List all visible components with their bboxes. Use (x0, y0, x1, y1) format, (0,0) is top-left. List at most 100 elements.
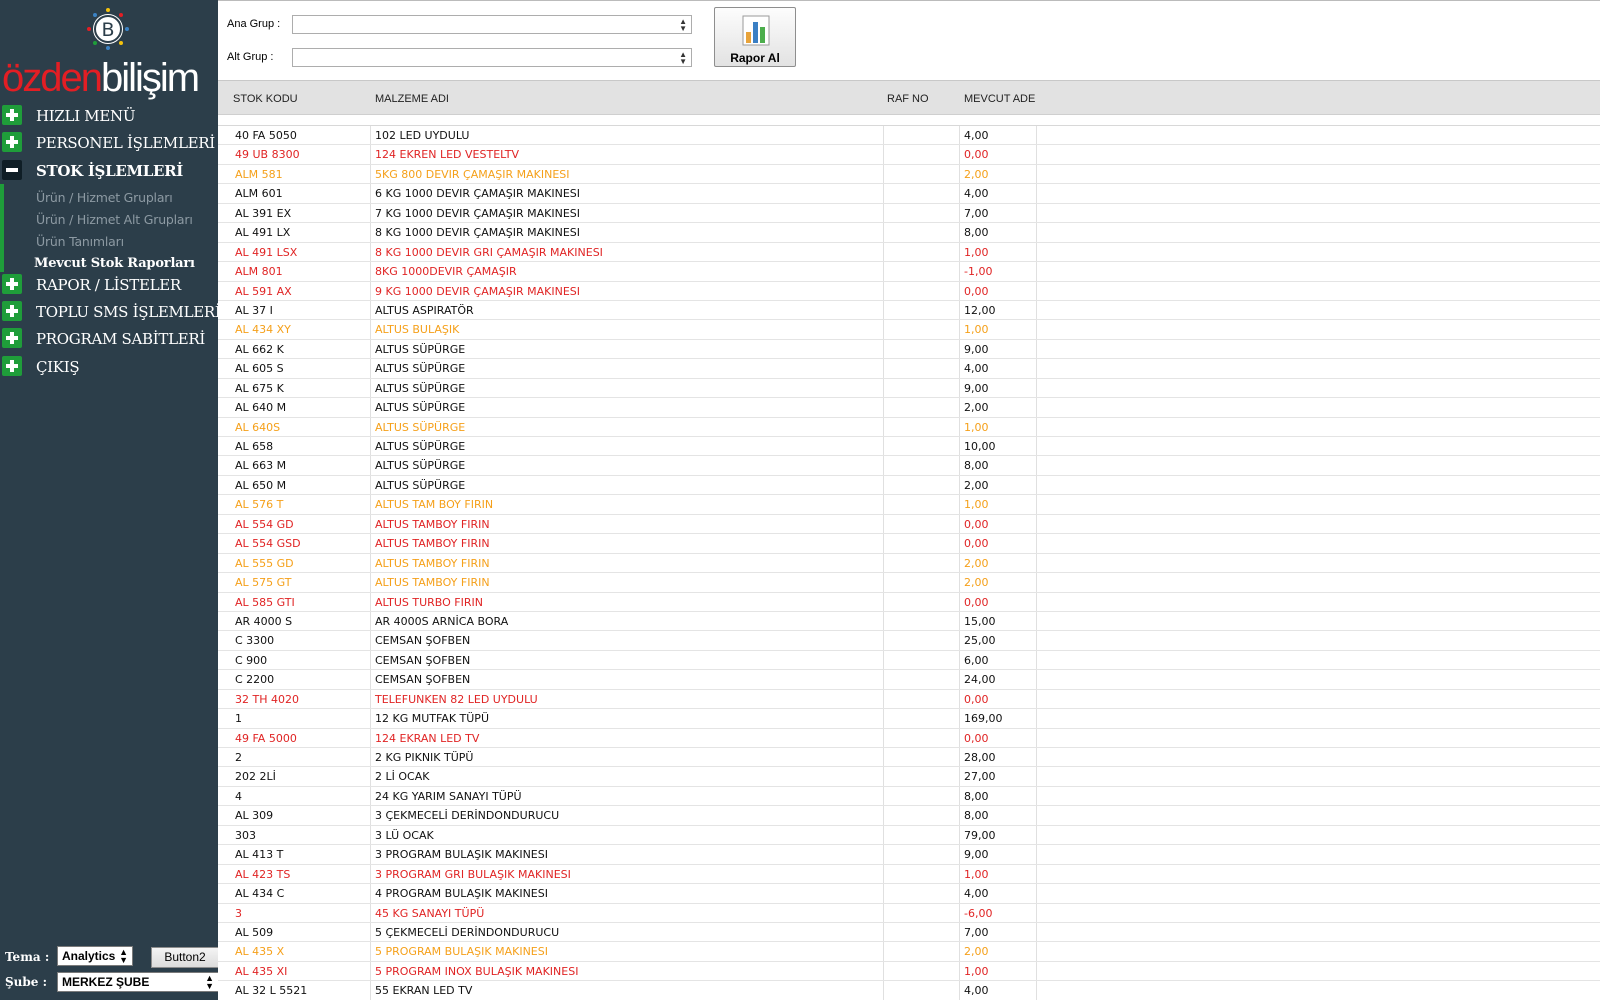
table-row[interactable]: AR 4000 S AR 4000S ARNİCA BORA 15,00 (218, 612, 1600, 632)
table-row[interactable]: AL 309 3 ÇEKMECELİ DERİNDONDURUCU 8,00 (218, 806, 1600, 826)
table-row[interactable]: C 900 CEMSAN ŞOFBEN 6,00 (218, 651, 1600, 671)
menu-item-cikis[interactable]: ÇIKIŞ (0, 355, 218, 381)
table-row[interactable]: AL 434 C 4 PROGRAM BULAŞIK MAKINESI 4,00 (218, 884, 1600, 904)
table-row[interactable]: 49 UB 8300 124 EKREN LED VESTELTV 0,00 (218, 145, 1600, 165)
stok-kodu-cell: AL 391 EX (235, 206, 292, 220)
table-row[interactable]: 303 3 LÜ OCAK 79,00 (218, 826, 1600, 846)
table-row[interactable]: ALM 581 5KG 800 DEVIR ÇAMAŞIR MAKINESI 2,0… (218, 165, 1600, 185)
table-row[interactable]: AL 640 M ALTUS SÜPÜRGE 2,00 (218, 398, 1600, 418)
table-row[interactable]: AL 640S ALTUS SÜPÜRGE 1,00 (218, 418, 1600, 437)
branch-select[interactable]: MERKEZ ŞUBE ▲ ▼ (57, 972, 219, 992)
mevcut-adet-cell: 0,00 (964, 692, 989, 706)
table-row[interactable]: AL 435 XI 5 PROGRAM INOX BULAŞIK MAKINESI… (218, 962, 1600, 982)
table-row[interactable]: AL 575 GT ALTUS TAMBOY FIRIN 2,00 (218, 573, 1600, 593)
menu-label: ÇIKIŞ (36, 358, 80, 376)
submenu-item-urun-hizmet-alt-gruplari[interactable]: Ürün / Hizmet Alt Grupları (36, 212, 193, 227)
stok-kodu-cell: AL 575 GT (235, 576, 292, 590)
malzeme-adi-cell: 3 ÇEKMECELİ DERİNDONDURUCU (375, 809, 560, 823)
ana-grup-select[interactable]: ▲ ▼ (292, 15, 692, 34)
table-row[interactable]: AL 434 XY ALTUS BULAŞIK 1,00 (218, 320, 1600, 340)
table-row[interactable]: AL 37 I ALTUS ASPIRATÖR 12,00 (218, 301, 1600, 321)
mevcut-adet-cell: 0,00 (964, 595, 989, 609)
menu-item-toplu-sms[interactable]: TOPLU SMS İŞLEMLERİ (0, 300, 221, 326)
alt-grup-select[interactable]: ▲ ▼ (292, 48, 692, 67)
submenu-item-urun-hizmet-gruplari[interactable]: Ürün / Hizmet Grupları (36, 190, 173, 205)
table-row[interactable]: AL 605 S ALTUS SÜPÜRGE 4,00 (218, 359, 1600, 379)
malzeme-adi-cell: ALTUS SÜPÜRGE (375, 381, 466, 395)
column-header-stok-kodu[interactable]: STOK KODU (233, 93, 298, 105)
select-arrows-icon: ▲ ▼ (119, 947, 128, 965)
theme-select[interactable]: Analytics ▲ ▼ (57, 946, 133, 966)
malzeme-adi-cell: CEMSAN ŞOFBEN (375, 634, 471, 648)
menu-item-personel[interactable]: PERSONEL İŞLEMLERİ (0, 131, 218, 157)
table-row[interactable]: AL 576 T ALTUS TAM BOY FIRIN 1,00 (218, 495, 1600, 515)
table-row[interactable]: 40 FA 5050 102 LED UYDULU 4,00 (218, 126, 1600, 146)
column-header-raf-no[interactable]: RAF NO (887, 93, 929, 105)
mevcut-adet-cell: 24,00 (964, 673, 996, 687)
malzeme-adi-cell: CEMSAN ŞOFBEN (375, 653, 471, 667)
mevcut-adet-cell: 2,00 (964, 401, 989, 415)
stok-kodu-cell: AL 658 (235, 440, 274, 453)
table-row[interactable]: 202 2Lİ 2 Lİ OCAK 27,00 (218, 767, 1600, 787)
table-row[interactable]: AL 554 GSD ALTUS TAMBOY FIRIN 0,00 (218, 534, 1600, 554)
menu-label: PERSONEL İŞLEMLERİ (36, 134, 215, 152)
submenu-item-urun-tanimlari[interactable]: Ürün Tanımları (36, 234, 124, 249)
menu-item-hizli-menu[interactable]: HIZLI MENÜ (0, 104, 218, 130)
table-row[interactable]: AL 391 EX 7 KG 1000 DEVIR ÇAMAŞIR MAKINES… (218, 204, 1600, 224)
minus-icon (2, 160, 22, 180)
table-row[interactable]: C 3300 CEMSAN ŞOFBEN 25,00 (218, 631, 1600, 651)
brand-name-red: özden (2, 56, 103, 100)
mevcut-adet-cell: 27,00 (964, 770, 996, 784)
stok-kodu-cell: AL 413 T (235, 848, 284, 862)
table-row[interactable]: 1 12 KG MUTFAK TÜPÜ 169,00 (218, 709, 1600, 729)
stok-kodu-cell: AL 37 I (235, 303, 273, 317)
theme-select-value: Analytics (62, 949, 116, 963)
table-row[interactable]: AL 491 LSX 8 KG 1000 DEVIR GRI ÇAMAŞIR MA… (218, 243, 1600, 263)
mevcut-adet-cell: 169,00 (964, 712, 1003, 726)
table-row[interactable]: AL 554 GD ALTUS TAMBOY FIRIN 0,00 (218, 515, 1600, 535)
malzeme-adi-cell: 5 PROGRAM INOX BULAŞIK MAKINESI (375, 964, 579, 978)
mevcut-adet-cell: 4,00 (964, 984, 989, 998)
column-header-mevcut-adet[interactable]: MEVCUT ADE (964, 93, 1035, 105)
table-row[interactable]: AL 675 K ALTUS SÜPÜRGE 9,00 (218, 379, 1600, 399)
table-row[interactable]: ALM 801 8KG 1000DEVIR ÇAMAŞIR -1,00 (218, 262, 1600, 282)
select-arrows-icon: ▲ ▼ (205, 973, 214, 991)
mevcut-adet-cell: 1,00 (964, 498, 989, 512)
menu-item-stok[interactable]: STOK İŞLEMLERİ (0, 159, 218, 185)
table-row[interactable]: AL 650 M ALTUS SÜPÜRGE 2,00 (218, 476, 1600, 496)
table-row[interactable]: AL 663 M ALTUS SÜPÜRGE 8,00 (218, 456, 1600, 476)
table-row[interactable]: AL 591 AX 9 KG 1000 DEVIR ÇAMAŞIR MAKINES… (218, 282, 1600, 301)
mevcut-adet-cell: 2,00 (964, 478, 989, 492)
table-row[interactable]: AL 435 X 5 PROGRAM BULAŞIK MAKINESI 2,00 (218, 942, 1600, 962)
table-row[interactable]: AL 658 ALTUS SÜPÜRGE 10,00 (218, 437, 1600, 457)
table-row[interactable]: AL 413 T 3 PROGRAM BULAŞIK MAKINESI 9,00 (218, 845, 1600, 865)
button2[interactable]: Button2 (151, 947, 219, 968)
submenu-item-mevcut-stok-raporlari[interactable]: Mevcut Stok Raporları (34, 256, 195, 271)
menu-item-rapor-listeler[interactable]: RAPOR / LİSTELER (0, 273, 218, 299)
rapor-al-button[interactable]: Rapor Al (714, 7, 796, 67)
table-row[interactable]: AL 32 L 5521 55 EKRAN LED TV 4,00 (218, 981, 1600, 1000)
mevcut-adet-cell: 7,00 (964, 925, 989, 939)
table-row[interactable]: AL 585 GTI ALTUS TURBO FIRIN 0,00 (218, 593, 1600, 612)
malzeme-adi-cell: 4 PROGRAM BULAŞIK MAKINESI (375, 887, 548, 901)
alt-grup-label: Alt Grup : (227, 51, 274, 63)
stok-kodu-cell: C 900 (235, 653, 268, 667)
table-row[interactable]: AL 491 LX 8 KG 1000 DEVIR ÇAMAŞIR MAKINES… (218, 223, 1600, 243)
table-row[interactable]: 3 45 KG SANAYI TÜPÜ -6,00 (218, 904, 1600, 923)
table-row[interactable]: 49 FA 5000 124 EKRAN LED TV 0,00 (218, 729, 1600, 748)
menu-item-program-sabitleri[interactable]: PROGRAM SABİTLERİ (0, 327, 218, 353)
table-row[interactable]: 2 2 KG PIKNIK TÜPÜ 28,00 (218, 748, 1600, 768)
table-row[interactable]: 32 TH 4020 TELEFUNKEN 82 LED UYDULU 0,00 (218, 690, 1600, 710)
table-row[interactable]: AL 555 GD ALTUS TAMBOY FIRIN 2,00 (218, 554, 1600, 574)
mevcut-adet-cell: 8,00 (964, 809, 989, 823)
table-row[interactable]: AL 423 TS 3 PROGRAM GRI BULAŞIK MAKINESI 1… (218, 865, 1600, 885)
table-row[interactable]: ALM 601 6 KG 1000 DEVIR ÇAMAŞIR MAKINESI 4… (218, 184, 1600, 204)
grid-header: STOK KODU MALZEME ADI RAF NO MEVCUT ADE (218, 80, 1600, 115)
malzeme-adi-cell: ALTUS TAMBOY FIRIN (375, 556, 490, 570)
column-header-malzeme-adi[interactable]: MALZEME ADI (375, 93, 449, 105)
table-row[interactable]: AL 509 5 ÇEKMECELİ DERİNDONDURUCU 7,00 (218, 923, 1600, 943)
table-row[interactable]: C 2200 CEMSAN ŞOFBEN 24,00 (218, 670, 1600, 690)
malzeme-adi-cell: 124 EKRAN LED TV (375, 731, 480, 745)
table-row[interactable]: AL 662 K ALTUS SÜPÜRGE 9,00 (218, 340, 1600, 360)
table-row[interactable]: 4 24 KG YARIM SANAYI TÜPÜ 8,00 (218, 787, 1600, 807)
